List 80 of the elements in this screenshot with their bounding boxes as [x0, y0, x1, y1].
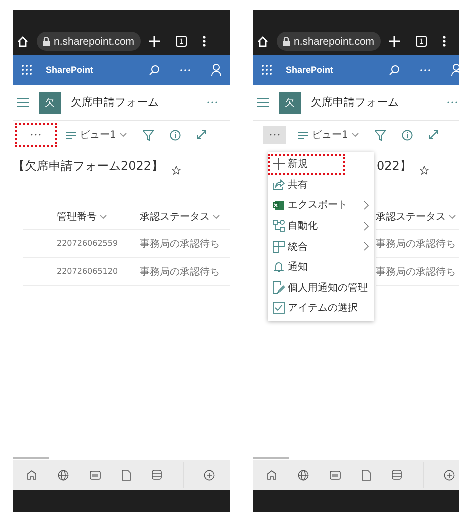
app-name: SharePoint — [286, 65, 334, 75]
list-title: 【欠席申請フォーム2022】 — [13, 158, 164, 175]
app-launcher-icon[interactable] — [22, 65, 32, 75]
url-text: n.sharepoint.com — [54, 36, 135, 48]
home-icon[interactable] — [27, 470, 38, 480]
list-icon — [298, 132, 308, 138]
filter-icon[interactable] — [375, 130, 386, 140]
person-icon[interactable] — [211, 64, 222, 76]
chevron-icon — [352, 133, 360, 137]
person-icon[interactable] — [451, 64, 459, 76]
star-icon[interactable] — [172, 166, 181, 175]
menu-item[interactable]: 共有 — [268, 174, 374, 196]
list-icon[interactable] — [152, 470, 162, 480]
news-icon[interactable] — [90, 470, 102, 480]
lock-icon — [43, 37, 50, 46]
url-text: n.sharepoint.com — [294, 36, 375, 48]
site-logo: 欠 — [279, 92, 301, 114]
news-icon[interactable] — [330, 470, 342, 480]
add-icon[interactable] — [204, 470, 216, 480]
view-selector[interactable]: ビュー1 — [298, 128, 360, 142]
table-cell-text: 220726065120 — [56, 267, 120, 276]
table-cell-text: 事務局の承認待ち — [376, 266, 456, 278]
table-cell-text: 220726062559 — [56, 239, 120, 248]
filter-icon[interactable] — [143, 130, 154, 140]
flow-icon — [272, 220, 284, 232]
menu-item[interactable]: 個人用通知の管理 — [268, 278, 374, 298]
chevron-icon — [213, 215, 220, 219]
menu-item[interactable]: アイテムの選択 — [268, 298, 374, 319]
address-bar[interactable]: n.sharepoint.com — [277, 32, 381, 51]
expand-icon[interactable] — [429, 130, 440, 140]
chevron-icon — [100, 215, 107, 219]
search-icon[interactable] — [149, 64, 160, 76]
search-icon[interactable] — [389, 64, 400, 76]
menu-item[interactable]: エクスポート — [268, 195, 374, 216]
edit-document-icon — [272, 281, 284, 294]
star-icon[interactable] — [420, 166, 429, 175]
plus-icon — [272, 158, 284, 170]
globe-icon[interactable] — [58, 470, 70, 480]
document-icon[interactable] — [122, 470, 131, 480]
home-icon[interactable] — [267, 470, 278, 480]
menu-item[interactable]: 自動化 — [268, 216, 374, 236]
chevron-icon — [449, 215, 456, 219]
menu-item[interactable]: 通知 — [268, 256, 374, 278]
column-header[interactable]: 管理番号 — [23, 210, 140, 224]
column-header[interactable]: 承認ステータス — [376, 210, 456, 224]
plus-icon[interactable] — [389, 36, 400, 47]
table-cell-text: 事務局の承認待ち — [140, 238, 220, 250]
bell-icon — [274, 261, 284, 274]
expand-icon[interactable] — [197, 130, 208, 140]
site-logo: 欠 — [39, 92, 61, 114]
list-icon — [66, 132, 76, 138]
app-name: SharePoint — [46, 65, 94, 75]
globe-icon[interactable] — [298, 470, 310, 480]
column-header[interactable]: 承認ステータス — [140, 210, 220, 224]
menu-icon[interactable] — [257, 98, 269, 107]
layout-icon — [272, 240, 284, 253]
more-icon[interactable] — [443, 36, 446, 47]
info-icon[interactable] — [402, 130, 414, 140]
table-cell-text: 事務局の承認待ち — [376, 238, 456, 250]
document-icon[interactable] — [362, 470, 371, 480]
view-selector[interactable]: ビュー1 — [66, 128, 128, 142]
list-icon[interactable] — [392, 470, 402, 480]
more-icon[interactable] — [203, 36, 206, 47]
list-title: 022】 — [377, 158, 412, 175]
add-icon[interactable] — [444, 470, 456, 480]
checkbox-icon — [272, 302, 284, 314]
lock-icon — [283, 37, 290, 46]
site-title: 欠席申請フォーム — [311, 95, 399, 110]
app-launcher-icon[interactable] — [262, 65, 272, 75]
info-icon[interactable] — [170, 130, 182, 140]
site-title: 欠席申請フォーム — [71, 95, 159, 110]
table-cell-text: 事務局の承認待ち — [140, 266, 220, 278]
share-icon — [272, 179, 284, 190]
menu-icon[interactable] — [17, 98, 29, 107]
address-bar[interactable]: n.sharepoint.com — [37, 32, 141, 51]
chevron-icon — [120, 133, 128, 137]
spreadsheet-icon — [273, 200, 284, 211]
menu-item[interactable]: 統合 — [268, 236, 374, 257]
menu-item[interactable]: 新規 — [268, 154, 345, 175]
plus-icon[interactable] — [149, 36, 160, 47]
